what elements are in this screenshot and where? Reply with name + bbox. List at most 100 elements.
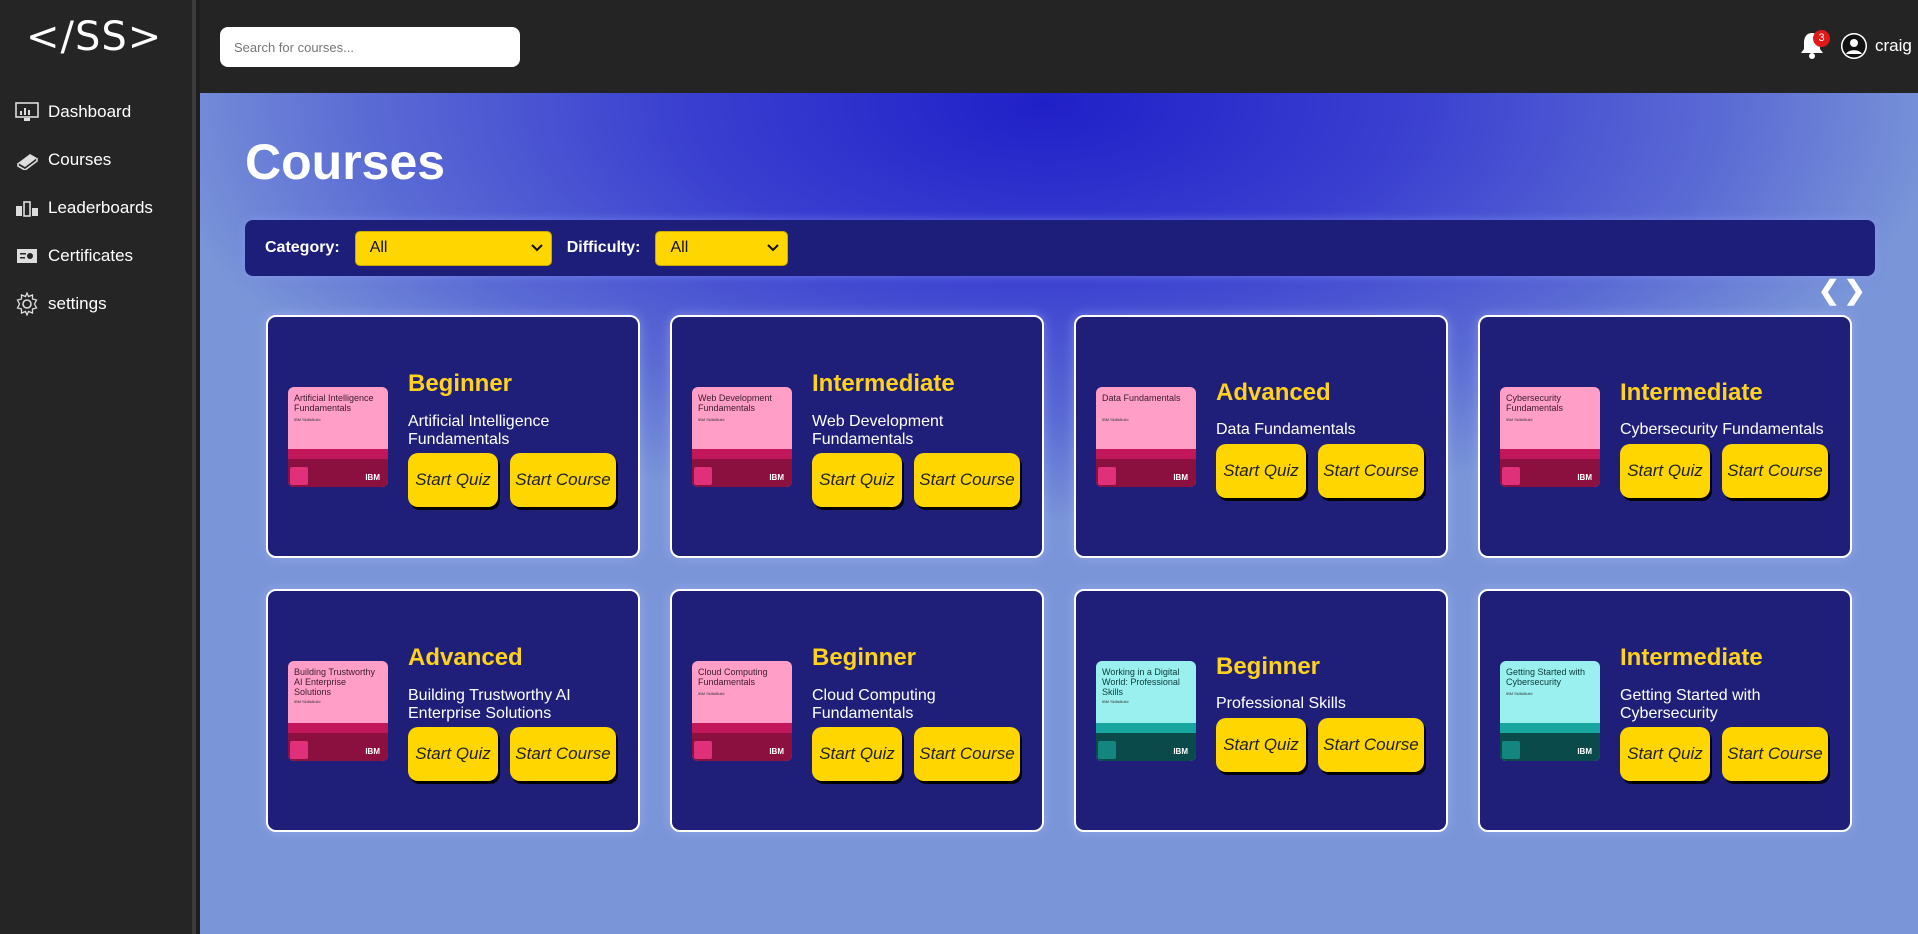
avatar[interactable]: [1841, 33, 1867, 59]
sidebar-item-courses[interactable]: Courses: [0, 136, 196, 184]
start-course-button[interactable]: Start Course: [914, 453, 1020, 507]
start-course-button[interactable]: Start Course: [1318, 718, 1424, 772]
difficulty-value: All: [670, 239, 689, 256]
thumbnail-brand-sub: IBM SkillsBuild: [294, 417, 321, 422]
thumbnail-band: [288, 723, 388, 733]
thumbnail-band: [1096, 723, 1196, 733]
start-quiz-button[interactable]: Start Quiz: [1216, 718, 1306, 772]
ibm-logo: IBM: [1577, 473, 1592, 482]
gear-icon: [14, 292, 40, 316]
start-quiz-button[interactable]: Start Quiz: [812, 727, 902, 781]
leaderboard-icon: [14, 197, 40, 219]
start-quiz-button[interactable]: Start Quiz: [1620, 444, 1710, 498]
sidebar-item-leaderboards[interactable]: Leaderboards: [0, 184, 196, 232]
thumbnail-band: [1096, 449, 1196, 459]
course-card: Artificial Intelligence Fundamentals IBM …: [266, 315, 640, 558]
book-icon: [14, 149, 40, 171]
course-thumbnail: Web Development Fundamentals IBM SkillsBu…: [692, 387, 792, 487]
sidebar-item-label: settings: [48, 294, 107, 313]
course-topic-icon: [694, 741, 712, 759]
username[interactable]: craig: [1875, 36, 1912, 56]
main-content: Courses Category: All Difficulty: All ❮❯…: [200, 93, 1918, 934]
notification-badge: 3: [1813, 30, 1830, 47]
course-thumbnail: Getting Started with Cybersecurity IBM Sk…: [1500, 661, 1600, 761]
thumbnail-title: Cloud Computing Fundamentals: [698, 667, 768, 687]
thumbnail-title: Building Trustworthy AI Enterprise Solut…: [294, 667, 376, 697]
course-level: Advanced: [408, 644, 523, 671]
course-topic-icon: [290, 467, 308, 485]
thumbnail-brand-sub: IBM SkillsBuild: [1102, 699, 1129, 704]
page-title: Courses: [245, 134, 446, 190]
course-card: Working in a Digital World: Professional…: [1074, 589, 1448, 832]
start-course-button[interactable]: Start Course: [510, 453, 616, 507]
thumbnail-brand-sub: IBM SkillsBuild: [1506, 691, 1533, 696]
start-course-button[interactable]: Start Course: [1318, 444, 1424, 498]
certificate-icon: [14, 245, 40, 267]
ibm-logo: IBM: [1173, 747, 1188, 756]
sidebar-item-label: Courses: [48, 150, 112, 169]
course-thumbnail: Data Fundamentals IBM SkillsBuild IBM: [1096, 387, 1196, 487]
sidebar-nav: Dashboard Courses Leaderboards Certifica…: [0, 88, 196, 328]
chevron-down-icon: [767, 241, 780, 255]
carousel-arrows: ❮❯: [1818, 275, 1870, 306]
category-value: All: [369, 239, 388, 256]
ibm-logo: IBM: [769, 473, 784, 482]
course-card: Web Development Fundamentals IBM SkillsBu…: [670, 315, 1044, 558]
thumbnail-brand-sub: IBM SkillsBuild: [698, 417, 725, 422]
app-logo[interactable]: </SS>: [26, 14, 162, 60]
course-name: Cybersecurity Fundamentals: [1620, 421, 1824, 438]
start-quiz-button[interactable]: Start Quiz: [812, 453, 902, 507]
difficulty-select[interactable]: All: [655, 230, 789, 266]
course-level: Intermediate: [1620, 379, 1763, 406]
thumbnail-title: Artificial Intelligence Fundamentals: [294, 393, 374, 413]
prev-arrow-icon[interactable]: ❮: [1818, 275, 1844, 305]
course-name: Artificial Intelligence Fundamentals: [408, 413, 550, 448]
thumbnail-brand-sub: IBM SkillsBuild: [698, 691, 725, 696]
chevron-down-icon: [530, 241, 543, 255]
course-thumbnail: Cloud Computing Fundamentals IBM SkillsBu…: [692, 661, 792, 761]
thumbnail-band: [288, 449, 388, 459]
start-quiz-button[interactable]: Start Quiz: [1216, 444, 1306, 498]
ibm-logo: IBM: [769, 747, 784, 756]
course-name: Web Development Fundamentals: [812, 413, 944, 448]
start-course-button[interactable]: Start Course: [510, 727, 616, 781]
course-thumbnail: Cybersecurity Fundamentals IBM SkillsBuil…: [1500, 387, 1600, 487]
course-thumbnail: Building Trustworthy AI Enterprise Solut…: [288, 661, 388, 761]
difficulty-label: Difficulty:: [566, 239, 641, 256]
category-select[interactable]: All: [354, 230, 552, 266]
course-name: Data Fundamentals: [1216, 421, 1356, 438]
course-topic-icon: [1098, 467, 1116, 485]
course-card: Getting Started with Cybersecurity IBM Sk…: [1478, 589, 1852, 832]
thumbnail-brand-sub: IBM SkillsBuild: [1506, 417, 1533, 422]
thumbnail-band: [1500, 449, 1600, 459]
course-topic-icon: [290, 741, 308, 759]
start-quiz-button[interactable]: Start Quiz: [408, 453, 498, 507]
course-card: Data Fundamentals IBM SkillsBuild IBM Advan…: [1074, 315, 1448, 558]
dashboard-icon: [14, 101, 40, 123]
sidebar-item-settings[interactable]: settings: [0, 280, 196, 328]
thumbnail-title: Web Development Fundamentals: [698, 393, 772, 413]
start-course-button[interactable]: Start Course: [914, 727, 1020, 781]
start-quiz-button[interactable]: Start Quiz: [408, 727, 498, 781]
course-topic-icon: [1502, 467, 1520, 485]
start-course-button[interactable]: Start Course: [1722, 444, 1828, 498]
course-card: Cybersecurity Fundamentals IBM SkillsBuil…: [1478, 315, 1852, 558]
thumbnail-band: [692, 723, 792, 733]
course-topic-icon: [1502, 741, 1520, 759]
sidebar-item-certificates[interactable]: Certificates: [0, 232, 196, 280]
start-quiz-button[interactable]: Start Quiz: [1620, 727, 1710, 781]
thumbnail-brand-sub: IBM SkillsBuild: [294, 699, 321, 704]
course-card: Building Trustworthy AI Enterprise Solut…: [266, 589, 640, 832]
sidebar-item-dashboard[interactable]: Dashboard: [0, 88, 196, 136]
start-course-button[interactable]: Start Course: [1722, 727, 1828, 781]
top-bar: 3 craig: [200, 0, 1918, 93]
course-level: Beginner: [1216, 653, 1321, 680]
thumbnail-title: Getting Started with Cybersecurity: [1506, 667, 1586, 687]
next-arrow-icon[interactable]: ❯: [1844, 275, 1870, 305]
sidebar-item-label: Certificates: [48, 246, 134, 265]
course-level: Beginner: [812, 644, 917, 671]
sidebar: </SS> Dashboard Courses Leaderboards Cer…: [0, 0, 196, 934]
search-input[interactable]: [220, 27, 520, 67]
course-level: Advanced: [1216, 379, 1331, 406]
course-card: Cloud Computing Fundamentals IBM SkillsBu…: [670, 589, 1044, 832]
